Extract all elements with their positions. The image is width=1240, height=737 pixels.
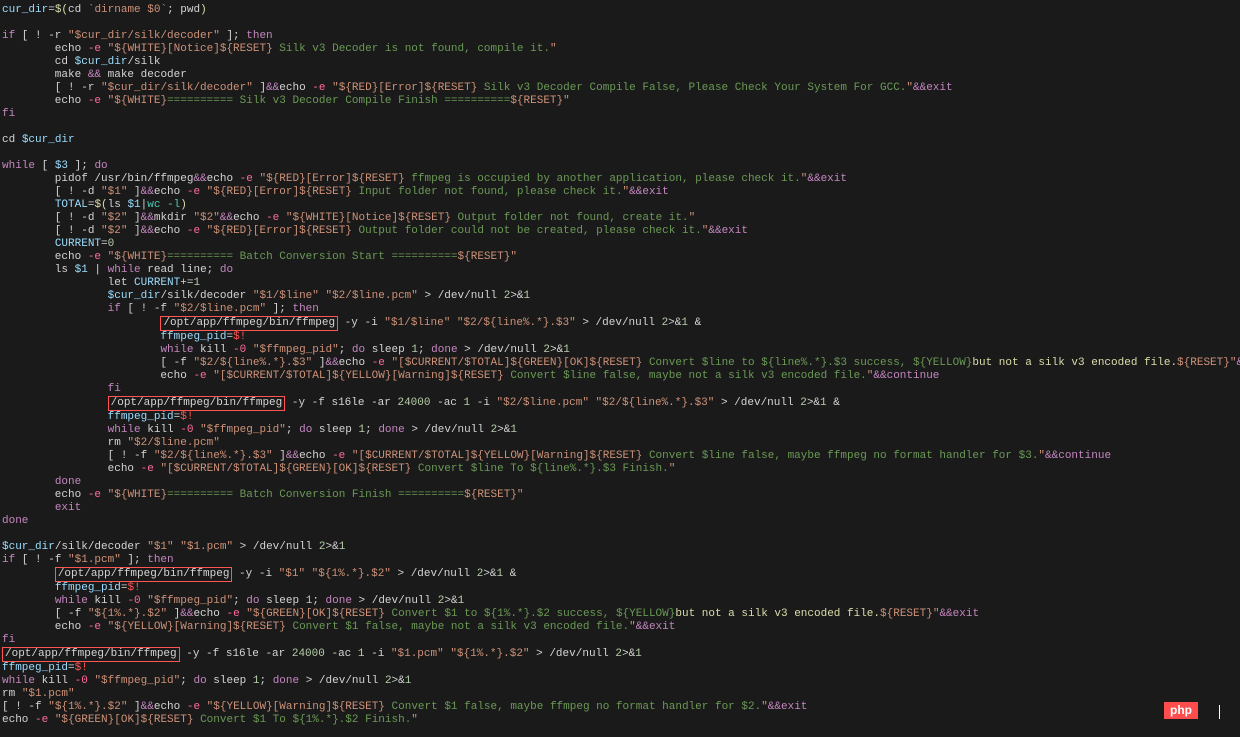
code-line[interactable]: echo -e "${WHITE}========== Batch Conver…: [2, 489, 1238, 502]
code-line[interactable]: while kill -0 "$ffmpeg_pid"; do sleep 1;…: [2, 344, 1238, 357]
code-line[interactable]: [ ! -d "$1" ]&&echo -e "${RED}[Error]${R…: [2, 186, 1238, 199]
code-line[interactable]: [ ! -d "$2" ]&&echo -e "${RED}[Error]${R…: [2, 225, 1238, 238]
code-line[interactable]: [ ! -d "$2" ]&&mkdir "$2"&&echo -e "${WH…: [2, 212, 1238, 225]
code-line[interactable]: CURRENT=0: [2, 238, 1238, 251]
code-line[interactable]: cd $cur_dir: [2, 134, 1238, 147]
code-line[interactable]: echo -e "${WHITE}[Notice]${RESET} Silk v…: [2, 43, 1238, 56]
code-line[interactable]: rm "$2/$line.pcm": [2, 437, 1238, 450]
code-line[interactable]: /opt/app/ffmpeg/bin/ffmpeg -y -f s16le -…: [2, 647, 1238, 662]
code-line[interactable]: ffmpeg_pid=$!: [2, 331, 1238, 344]
code-line[interactable]: echo -e "[$CURRENT/$TOTAL]${YELLOW}[Warn…: [2, 370, 1238, 383]
code-line[interactable]: fi: [2, 634, 1238, 647]
code-line[interactable]: while kill -0 "$ffmpeg_pid"; do sleep 1;…: [2, 595, 1238, 608]
code-line[interactable]: echo -e "${WHITE}========== Batch Conver…: [2, 251, 1238, 264]
code-line[interactable]: [ ! -f "${1%.*}.$2" ]&&echo -e "${YELLOW…: [2, 701, 1238, 714]
code-line[interactable]: ls $1 | while read line; do: [2, 264, 1238, 277]
code-line[interactable]: cd $cur_dir/silk: [2, 56, 1238, 69]
code-line[interactable]: rm "$1.pcm": [2, 688, 1238, 701]
code-line[interactable]: echo -e "${GREEN}[OK]${RESET} Convert $1…: [2, 714, 1238, 727]
code-line[interactable]: /opt/app/ffmpeg/bin/ffmpeg -y -i "$1" "$…: [2, 567, 1238, 582]
code-line[interactable]: [ ! -r "$cur_dir/silk/decoder" ]&&echo -…: [2, 82, 1238, 95]
text-cursor: [1219, 705, 1220, 719]
code-line[interactable]: let CURRENT+=1: [2, 277, 1238, 290]
code-line[interactable]: [2, 17, 1238, 30]
code-line[interactable]: [2, 528, 1238, 541]
code-line[interactable]: pidof /usr/bin/ffmpeg&&echo -e "${RED}[E…: [2, 173, 1238, 186]
code-line[interactable]: TOTAL=$(ls $1|wc -l): [2, 199, 1238, 212]
code-line[interactable]: while kill -0 "$ffmpeg_pid"; do sleep 1;…: [2, 675, 1238, 688]
code-line[interactable]: while [ $3 ]; do: [2, 160, 1238, 173]
code-line[interactable]: if [ ! -r "$cur_dir/silk/decoder" ]; the…: [2, 30, 1238, 43]
code-line[interactable]: ffmpeg_pid=$!: [2, 582, 1238, 595]
code-line[interactable]: $cur_dir/silk/decoder "$1/$line" "$2/$li…: [2, 290, 1238, 303]
code-line[interactable]: exit: [2, 502, 1238, 515]
code-line[interactable]: [2, 121, 1238, 134]
code-line[interactable]: ffmpeg_pid=$!: [2, 662, 1238, 675]
code-line[interactable]: while kill -0 "$ffmpeg_pid"; do sleep 1;…: [2, 424, 1238, 437]
code-line[interactable]: if [ ! -f "$2/$line.pcm" ]; then: [2, 303, 1238, 316]
code-editor[interactable]: cur_dir=$(cd `dirname $0`; pwd) if [ ! -…: [0, 0, 1240, 731]
code-line[interactable]: ffmpeg_pid=$!: [2, 411, 1238, 424]
code-line[interactable]: done: [2, 476, 1238, 489]
code-line[interactable]: [ ! -f "$2/${line%.*}.$3" ]&&echo -e "[$…: [2, 450, 1238, 463]
code-line[interactable]: [2, 147, 1238, 160]
code-line[interactable]: [ -f "${1%.*}.$2" ]&&echo -e "${GREEN}[O…: [2, 608, 1238, 621]
code-line[interactable]: fi: [2, 383, 1238, 396]
code-line[interactable]: echo -e "${WHITE}========== Silk v3 Deco…: [2, 95, 1238, 108]
code-line[interactable]: $cur_dir/silk/decoder "$1" "$1.pcm" > /d…: [2, 541, 1238, 554]
code-line[interactable]: fi: [2, 108, 1238, 121]
code-line[interactable]: done: [2, 515, 1238, 528]
code-line[interactable]: [ -f "$2/${line%.*}.$3" ]&&echo -e "[$CU…: [2, 357, 1238, 370]
code-line[interactable]: make && make decoder: [2, 69, 1238, 82]
code-line[interactable]: if [ ! -f "$1.pcm" ]; then: [2, 554, 1238, 567]
code-line[interactable]: echo -e "[$CURRENT/$TOTAL]${GREEN}[OK]${…: [2, 463, 1238, 476]
code-line[interactable]: echo -e "${YELLOW}[Warning]${RESET} Conv…: [2, 621, 1238, 634]
code-line[interactable]: /opt/app/ffmpeg/bin/ffmpeg -y -f s16le -…: [2, 396, 1238, 411]
code-line[interactable]: /opt/app/ffmpeg/bin/ffmpeg -y -i "$1/$li…: [2, 316, 1238, 331]
php-badge: php: [1164, 702, 1198, 719]
code-line[interactable]: cur_dir=$(cd `dirname $0`; pwd): [2, 4, 1238, 17]
